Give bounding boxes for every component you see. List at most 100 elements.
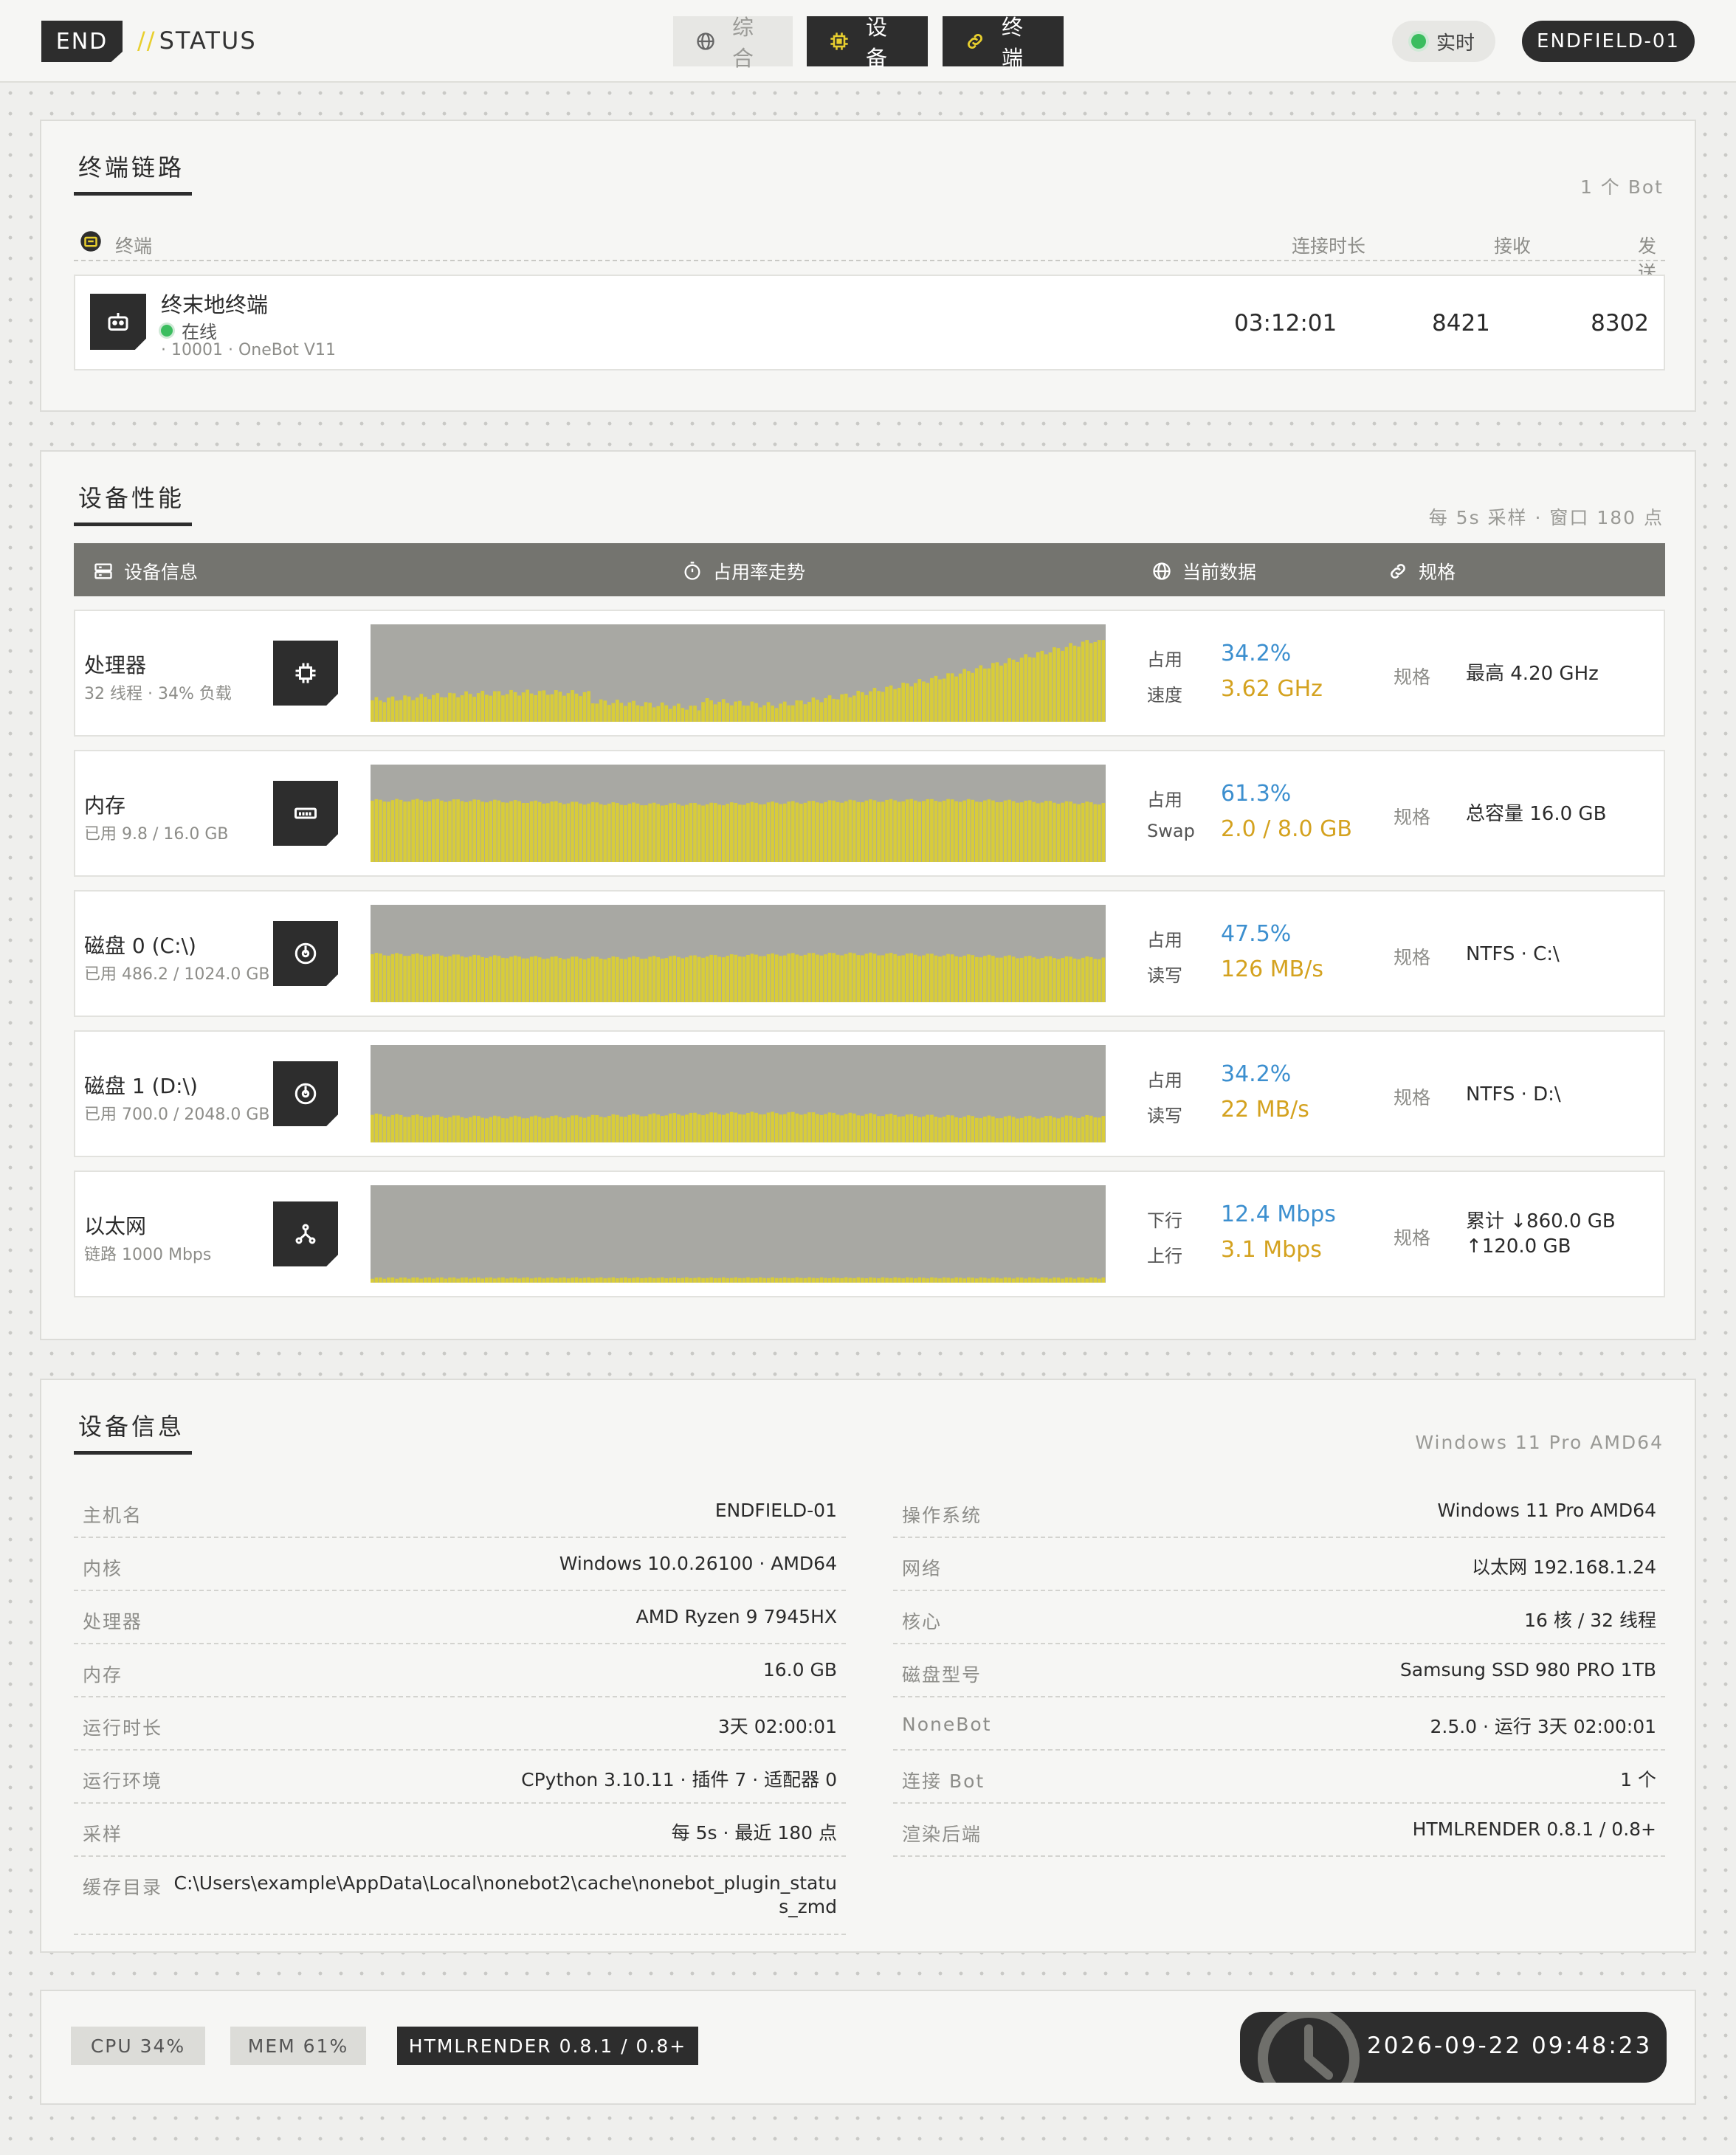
trend-bar bbox=[962, 800, 967, 862]
trend-bar bbox=[534, 956, 538, 1002]
trend-bar bbox=[889, 1113, 893, 1142]
trend-bar bbox=[848, 697, 852, 722]
trend-bar bbox=[734, 1112, 738, 1142]
trend-bar bbox=[790, 1278, 795, 1283]
terminal-status: 在线 bbox=[161, 317, 217, 343]
trend-bar bbox=[685, 804, 689, 862]
trend-bar bbox=[497, 956, 501, 1002]
metric-value-2: 126 MB/s bbox=[1221, 956, 1323, 982]
trend-bar bbox=[1019, 658, 1024, 722]
trend-bar bbox=[709, 954, 713, 1002]
trend-bar bbox=[807, 1112, 811, 1142]
trend-bar bbox=[1036, 959, 1040, 1002]
trend-bar bbox=[411, 700, 416, 722]
trend-bar bbox=[738, 700, 742, 722]
trend-bar bbox=[816, 802, 819, 862]
trend-bar bbox=[1036, 1118, 1040, 1142]
trend-bar bbox=[807, 801, 811, 862]
info-row: 网络 以太网 192.168.1.24 bbox=[893, 1538, 1665, 1591]
info-key: 主机名 bbox=[83, 1505, 143, 1526]
metric-value-2: 22 MB/s bbox=[1221, 1097, 1309, 1123]
tab-device[interactable]: 设备 bbox=[807, 15, 928, 71]
perf-row-memory[interactable]: 内存 已用 9.8 / 16.0 GB 占用 61.3% Swap 2.0 / … bbox=[74, 750, 1665, 877]
trend-bar bbox=[816, 700, 819, 722]
trend-bar bbox=[1101, 1116, 1106, 1142]
trend-bar bbox=[1003, 1116, 1008, 1142]
trend-bar bbox=[840, 1278, 844, 1283]
trend-bar bbox=[411, 1115, 416, 1142]
trend-bar bbox=[640, 706, 644, 722]
info-row: 运行环境 CPython 3.10.11 · 插件 7 · 适配器 0 bbox=[74, 1751, 846, 1804]
info-key: 采样 bbox=[83, 1824, 123, 1845]
trend-bar bbox=[460, 956, 464, 1002]
trend-bar bbox=[750, 1278, 754, 1283]
trend-bar bbox=[979, 665, 983, 722]
trend-bar bbox=[627, 1114, 632, 1142]
tab-terminal[interactable]: 终端 bbox=[943, 15, 1064, 71]
trend-bar bbox=[464, 1118, 468, 1142]
spec-label: 规格 bbox=[1394, 1087, 1431, 1108]
trend-bar bbox=[938, 1278, 942, 1283]
trend-bar bbox=[526, 1118, 529, 1142]
perf-row-ethernet[interactable]: 以太网 链路 1000 Mbps 下行 12.4 Mbps 上行 3.1 Mbp… bbox=[74, 1170, 1665, 1297]
trend-bar bbox=[909, 799, 914, 862]
trend-bar bbox=[893, 954, 897, 1002]
info-value: Samsung SSD 980 PRO 1TB bbox=[1399, 1659, 1656, 1680]
metric-value-1: 61.3% bbox=[1221, 781, 1292, 807]
trend-bar bbox=[954, 676, 958, 722]
info-key: NoneBot bbox=[902, 1714, 992, 1735]
spec-total-up: ↑120.0 GB bbox=[1466, 1235, 1571, 1258]
live-indicator[interactable]: 实时 bbox=[1392, 21, 1495, 62]
trend-bar bbox=[537, 1277, 542, 1283]
trend-bar bbox=[668, 803, 672, 862]
trend-bar bbox=[644, 1116, 648, 1142]
trend-bar bbox=[611, 802, 616, 862]
trend-bar bbox=[881, 801, 885, 862]
trend-bar bbox=[1016, 1277, 1019, 1283]
trend-bar bbox=[881, 955, 885, 1002]
trend-bar bbox=[909, 1278, 914, 1283]
tab-overview[interactable]: 综合 bbox=[673, 15, 793, 71]
metric-label-1: 占用 bbox=[1147, 1070, 1182, 1091]
trend-bar bbox=[599, 699, 603, 722]
trend-bar bbox=[991, 956, 995, 1002]
host-badge[interactable]: ENDFIELD-01 bbox=[1522, 21, 1695, 62]
trend-bar bbox=[1008, 799, 1011, 862]
trend-bar bbox=[901, 955, 906, 1002]
trend-bar bbox=[881, 1116, 885, 1142]
trend-bar bbox=[832, 953, 836, 1002]
trend-bar bbox=[558, 802, 562, 862]
trend-bar bbox=[771, 1111, 774, 1142]
trend-bar bbox=[444, 801, 448, 862]
trend-bar bbox=[693, 803, 697, 862]
trend-bar bbox=[950, 954, 954, 1002]
info-key: 连接 Bot bbox=[902, 1770, 985, 1792]
trend-bar bbox=[897, 956, 901, 1002]
cpu-icon bbox=[273, 641, 338, 706]
trend-bar bbox=[811, 697, 816, 722]
trend-bar bbox=[476, 955, 480, 1002]
trend-bar bbox=[807, 1277, 811, 1283]
trend-bar bbox=[983, 668, 987, 722]
trend-bar bbox=[681, 708, 685, 722]
trend-bar bbox=[717, 1114, 722, 1142]
trend-bar bbox=[930, 1114, 934, 1142]
trend-bar bbox=[652, 956, 656, 1002]
perf-row-cpu[interactable]: 处理器 32 线程 · 34% 负载 占用 34.2% 速度 3.62 GHz … bbox=[74, 610, 1665, 737]
trend-bar bbox=[738, 1114, 742, 1142]
trend-bar bbox=[579, 696, 582, 722]
terminal-row[interactable]: 终末地终端 在线 · 10001 · OneBot V11 03:12:01 8… bbox=[74, 275, 1665, 370]
trend-bar bbox=[456, 697, 460, 722]
trend-bar bbox=[521, 692, 526, 722]
perf-row-disk-0[interactable]: 磁盘 0 (C:\) 已用 486.2 / 1024.0 GB 占用 47.5%… bbox=[74, 890, 1665, 1017]
trend-bar bbox=[399, 700, 403, 722]
trend-bar bbox=[799, 700, 803, 722]
trend-bar bbox=[832, 1277, 836, 1283]
trend-bar bbox=[1003, 1277, 1008, 1283]
trend-bar bbox=[869, 691, 872, 722]
network-icon bbox=[273, 1201, 338, 1266]
trend-bar bbox=[579, 1117, 582, 1142]
trend-bar bbox=[489, 956, 493, 1002]
trend-bar bbox=[844, 693, 848, 722]
perf-row-disk-1[interactable]: 磁盘 1 (D:\) 已用 700.0 / 2048.0 GB 占用 34.2%… bbox=[74, 1030, 1665, 1157]
